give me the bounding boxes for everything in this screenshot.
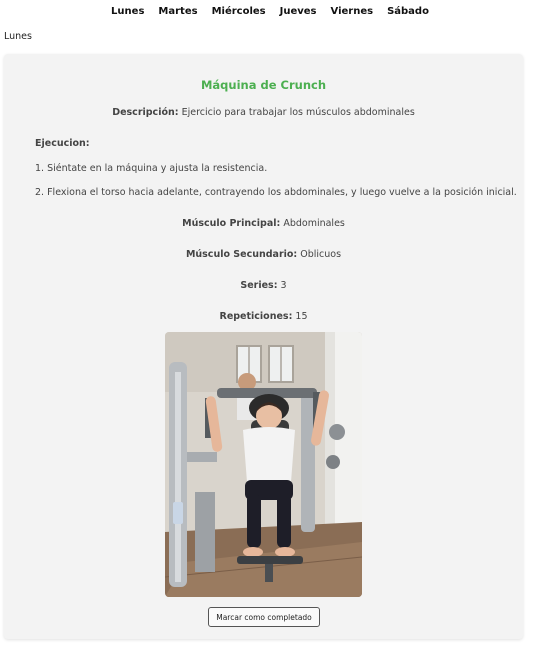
- primary-muscle: Músculo Principal: Abdominales: [4, 218, 523, 229]
- primary-muscle-value: Abdominales: [283, 218, 345, 229]
- primary-muscle-label: Músculo Principal:: [182, 218, 281, 229]
- nav-day-sabado[interactable]: Sábado: [387, 6, 429, 17]
- series-label: Series:: [240, 280, 278, 291]
- day-heading: Lunes: [4, 31, 32, 42]
- secondary-muscle-label: Músculo Secundario:: [185, 249, 298, 260]
- execution-step: 2. Flexiona el torso hacia adelante, con…: [35, 187, 517, 198]
- series-value: 3: [280, 280, 287, 291]
- repetitions: Repeticiones: 15: [4, 311, 523, 322]
- repetitions-label: Repeticiones:: [219, 311, 293, 322]
- exercise-description: Descripción: Ejercicio para trabajar los…: [4, 107, 523, 118]
- repetitions-value: 15: [295, 311, 308, 322]
- description-label: Descripción:: [112, 107, 179, 118]
- day-nav: Lunes Martes Miércoles Jueves Viernes Sá…: [0, 0, 540, 22]
- series: Series: 3: [4, 280, 523, 291]
- execution-step: 1. Siéntate en la máquina y ajusta la re…: [35, 163, 268, 174]
- nav-day-miercoles[interactable]: Miércoles: [212, 6, 266, 17]
- exercise-card: Máquina de Crunch Descripción: Ejercicio…: [4, 54, 523, 639]
- secondary-muscle: Músculo Secundario: Oblicuos: [4, 249, 523, 260]
- secondary-muscle-value: Oblicuos: [300, 249, 342, 260]
- nav-day-martes[interactable]: Martes: [158, 6, 197, 17]
- exercise-title: Máquina de Crunch: [200, 78, 327, 92]
- nav-day-lunes[interactable]: Lunes: [111, 6, 144, 17]
- description-text: Ejercicio para trabajar los músculos abd…: [181, 107, 415, 118]
- execution-heading: Ejecucion:: [35, 138, 90, 149]
- mark-complete-button[interactable]: Marcar como completado: [208, 607, 320, 627]
- nav-day-jueves[interactable]: Jueves: [280, 6, 317, 17]
- nav-day-viernes[interactable]: Viernes: [331, 6, 374, 17]
- exercise-photo: [165, 332, 362, 597]
